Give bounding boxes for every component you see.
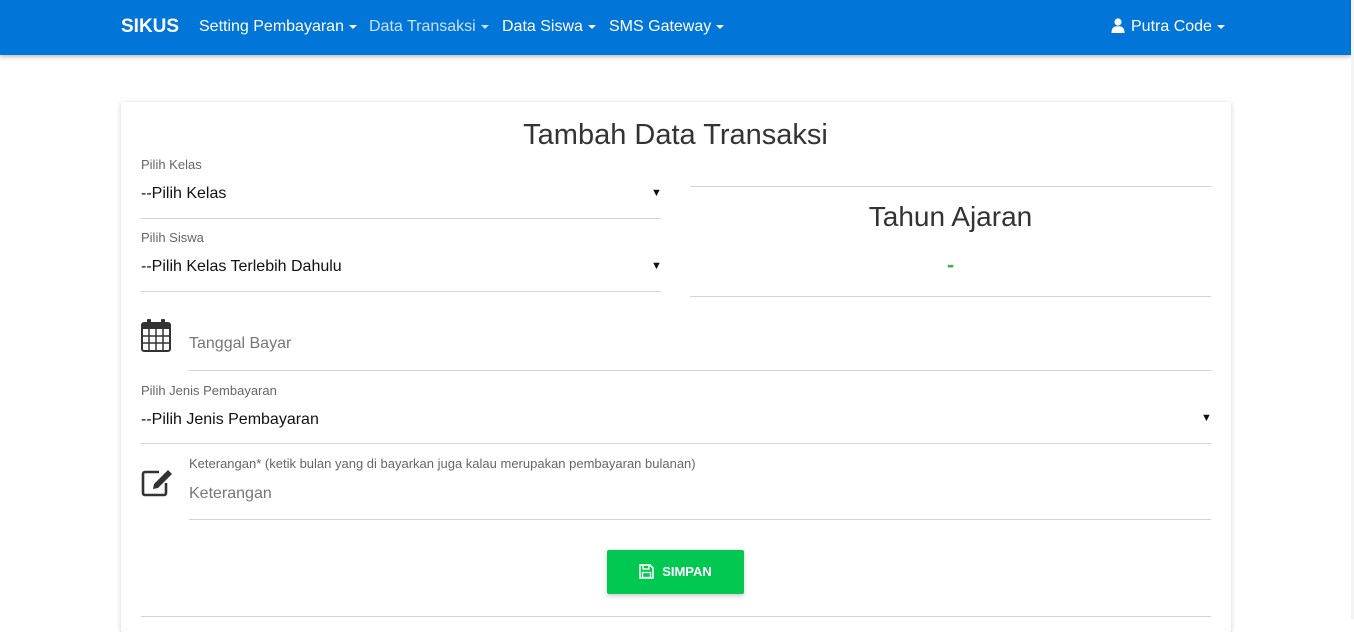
user-menu[interactable]: Putra Code [1111, 18, 1225, 36]
siswa-label: Pilih Siswa [141, 230, 204, 245]
kelas-label: Pilih Kelas [141, 157, 202, 172]
keterangan-placeholder: Keterangan [189, 485, 272, 502]
siswa-select[interactable]: --Pilih Kelas Terlebih Dahulu ▼ [141, 253, 662, 292]
page-title: Tambah Data Transaksi [523, 119, 828, 151]
divider [141, 616, 1211, 617]
edit-icon [141, 470, 172, 497]
caret-down-icon [348, 24, 357, 29]
tanggal-bayar-input[interactable]: Tanggal Bayar [189, 325, 1211, 370]
simpan-button[interactable]: SIMPAN [607, 550, 744, 594]
dropdown-arrow-icon: ▼ [1201, 412, 1212, 424]
siswa-selected: --Pilih Kelas Terlebih Dahulu [141, 258, 342, 275]
divider [141, 218, 661, 219]
nav-setting-pembayaran[interactable]: Setting Pembayaran [199, 18, 357, 36]
divider [141, 291, 661, 292]
jenis-selected: --Pilih Jenis Pembayaran [141, 411, 319, 428]
caret-down-icon [480, 24, 489, 29]
kelas-select[interactable]: --Pilih Kelas ▼ [141, 180, 662, 219]
divider [189, 519, 1211, 520]
tahun-ajaran-title: Tahun Ajaran [868, 201, 1033, 232]
keterangan-label: Keterangan* (ketik bulan yang di bayarka… [189, 456, 696, 471]
jenis-pembayaran-select[interactable]: --Pilih Jenis Pembayaran ▼ [141, 406, 1212, 444]
kelas-selected: --Pilih Kelas [141, 185, 227, 202]
divider [690, 186, 1211, 187]
save-icon [639, 564, 654, 579]
divider [690, 296, 1211, 297]
dropdown-arrow-icon: ▼ [651, 187, 662, 199]
brand-logo[interactable]: SIKUS [121, 16, 179, 38]
tahun-ajaran-value: - [946, 252, 955, 277]
caret-down-icon [716, 24, 725, 29]
caret-down-icon [587, 24, 596, 29]
nav-label: Data Siswa [502, 18, 583, 35]
nav-data-siswa[interactable]: Data Siswa [502, 18, 596, 36]
calendar-icon [141, 319, 171, 352]
keterangan-input[interactable]: Keterangan [189, 476, 1211, 519]
divider [189, 370, 1211, 371]
divider [141, 443, 1211, 444]
user-name: Putra Code [1131, 18, 1212, 35]
dropdown-arrow-icon: ▼ [651, 260, 662, 272]
tanggal-placeholder: Tanggal Bayar [189, 335, 292, 352]
user-icon [1111, 18, 1125, 33]
navbar: SIKUS Setting Pembayaran Data Transaksi … [0, 0, 1351, 55]
caret-down-icon [1216, 24, 1225, 29]
nav-data-transaksi[interactable]: Data Transaksi [369, 18, 489, 36]
nav-label: Setting Pembayaran [199, 18, 344, 35]
nav-label: Data Transaksi [369, 18, 476, 35]
nav-label: SMS Gateway [609, 18, 712, 35]
jenis-label: Pilih Jenis Pembayaran [141, 383, 277, 398]
simpan-label: SIMPAN [662, 564, 712, 579]
nav-sms-gateway[interactable]: SMS Gateway [609, 18, 725, 36]
